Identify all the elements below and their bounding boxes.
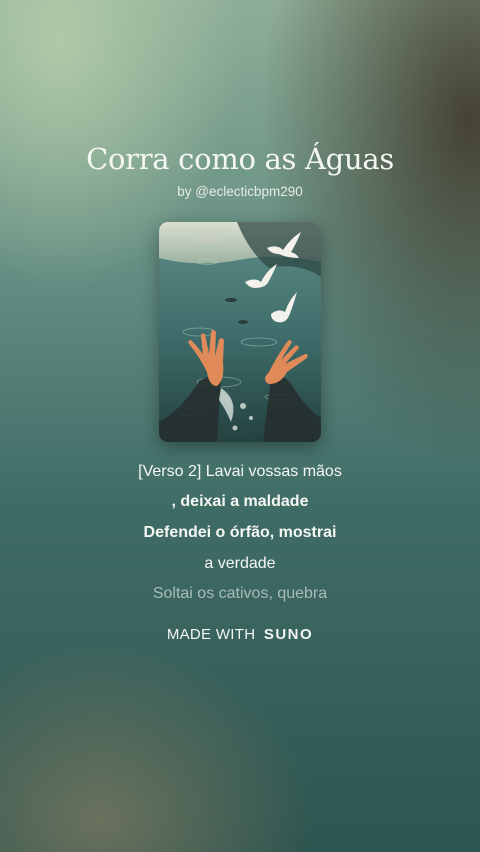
- lyric-line: Soltai os cativos, quebra: [152, 585, 328, 602]
- suno-logo: SUNO: [263, 626, 314, 643]
- song-title: Corra como as Águas: [86, 142, 394, 176]
- made-with-suno-badge[interactable]: MADE WITH SUNO: [0, 626, 480, 643]
- made-with-label: MADE WITH: [166, 626, 256, 643]
- lyric-line: Defendei o órfão, mostrai: [143, 524, 337, 541]
- cover-art[interactable]: [159, 222, 321, 442]
- artist-byline[interactable]: by @eclecticbpm290: [0, 184, 480, 199]
- cover-art-image: [159, 222, 321, 442]
- lyric-line: [Verso 2] Lavai vossas mãos: [138, 463, 342, 480]
- lyric-line: , deixai a maldade: [171, 493, 309, 510]
- lyric-line: a verdade: [204, 555, 276, 572]
